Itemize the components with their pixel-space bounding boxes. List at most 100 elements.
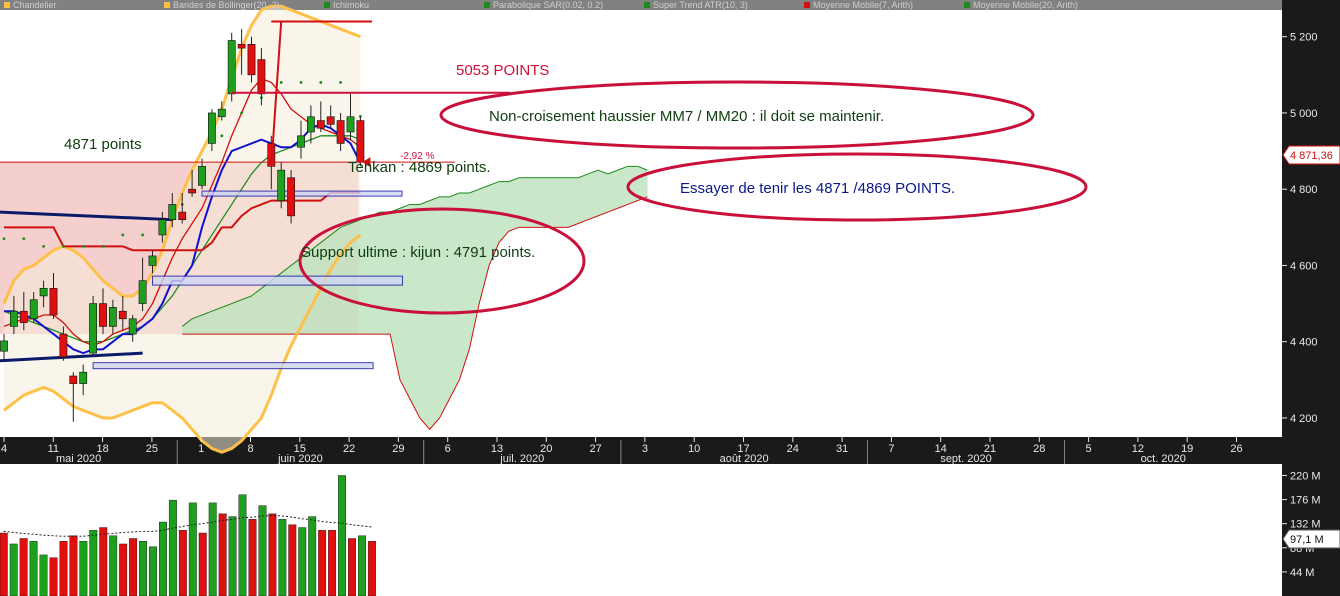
date-tick-label: 29 xyxy=(392,443,404,455)
candle-body xyxy=(79,371,88,384)
annotation-kijun: Support ultime : kijun : 4791 points. xyxy=(301,244,535,261)
candle-body xyxy=(287,177,295,217)
volume-tick-label: 132 M xyxy=(1290,519,1321,531)
candle-body xyxy=(69,375,78,384)
candle-body xyxy=(188,188,196,194)
sar-dot xyxy=(121,233,125,237)
date-tick-label: 27 xyxy=(589,443,601,455)
volume-tick-label: 44 M xyxy=(1290,567,1314,579)
chart-canvas: 5 2005 0004 8004 6004 4004 200220 M176 M… xyxy=(0,0,1340,596)
date-tick-label: 26 xyxy=(1230,443,1242,455)
candle-body xyxy=(277,169,286,201)
legend-label: Moyenne Mobile(7, Arith) xyxy=(813,0,913,10)
last-volume-badge: 97,1 M xyxy=(1282,529,1340,549)
month-label: juin 2020 xyxy=(277,453,323,465)
volume-bar xyxy=(308,516,317,596)
date-tick-label: 8 xyxy=(247,443,253,455)
volume-bar xyxy=(348,538,356,596)
volume-bar xyxy=(129,538,138,596)
sar-dot xyxy=(81,244,85,248)
volume-bar xyxy=(198,532,207,596)
candle-body xyxy=(118,310,127,320)
volume-tick-label: 176 M xyxy=(1290,495,1321,507)
volume-bar xyxy=(59,541,68,596)
volume-bar xyxy=(119,543,128,596)
candle-body xyxy=(198,166,206,186)
candle-body xyxy=(316,120,325,129)
legend-swatch xyxy=(4,2,10,8)
price-tick-label: 4 400 xyxy=(1290,337,1318,349)
candle-body xyxy=(0,340,8,352)
volume-bar xyxy=(208,502,217,596)
date-tick-label: 25 xyxy=(146,443,158,455)
support-box-middle xyxy=(152,275,403,286)
volume-bar xyxy=(258,505,267,596)
sar-dot xyxy=(299,81,303,84)
volume-bar xyxy=(79,541,88,596)
candle-body xyxy=(178,211,187,220)
sar-dot xyxy=(42,244,45,248)
annotation-hold-note: Essayer de tenir les 4871 /4869 POINTS. xyxy=(680,180,955,197)
candle-body xyxy=(29,299,38,320)
candle-body xyxy=(109,307,117,327)
candle-body xyxy=(227,40,236,95)
volume-bar xyxy=(39,554,48,596)
legend-label: Ichimoku xyxy=(333,0,369,10)
volume-bar xyxy=(109,535,118,596)
annotation-5053-points: 5053 POINTS xyxy=(456,62,549,79)
price-tick-label: 5 200 xyxy=(1290,32,1318,44)
candle-body xyxy=(138,280,147,304)
legend-swatch xyxy=(964,2,970,8)
candle-body xyxy=(208,112,216,144)
volume-tick-label: 220 M xyxy=(1290,470,1321,482)
sar-dot xyxy=(339,81,342,84)
annotation-4871-points: 4871 points xyxy=(64,136,142,153)
volume-bar xyxy=(338,475,346,596)
chart-root: 5 200 5 000 4 800 4 600 4 400 4 200 220 M 176 M… xyxy=(0,0,1340,596)
candle-body xyxy=(99,303,107,327)
month-label: mai 2020 xyxy=(56,453,101,465)
candle-body xyxy=(356,120,365,163)
volume-bar xyxy=(9,543,18,596)
candle-body xyxy=(217,108,226,118)
legend-swatch xyxy=(164,2,170,8)
price-tick-label: 5 000 xyxy=(1290,108,1318,120)
last-volume-value: 97,1 M xyxy=(1290,534,1324,546)
legend-swatch xyxy=(644,2,650,8)
volume-bar xyxy=(178,530,187,596)
month-label: août 2020 xyxy=(720,453,769,465)
date-tick-label: 24 xyxy=(787,443,799,455)
price-tick-label: 4 600 xyxy=(1290,260,1318,272)
date-tick-label: 7 xyxy=(888,443,894,455)
candle-body xyxy=(168,204,177,220)
legend-label: Chandelier xyxy=(13,0,57,10)
candle-body xyxy=(89,303,97,354)
candle-body xyxy=(19,310,28,323)
volume-bar xyxy=(188,502,197,596)
date-tick-label: 31 xyxy=(836,443,848,455)
support-box-lower xyxy=(92,362,374,370)
volume-bar xyxy=(158,521,167,596)
volume-bar xyxy=(238,494,247,596)
date-tick-label: 4 xyxy=(1,443,7,455)
date-tick-label: 1 xyxy=(198,443,204,455)
month-label: oct. 2020 xyxy=(1141,453,1186,465)
volume-bar xyxy=(367,541,376,596)
legend-label: Super Trend ATR(10, 3) xyxy=(653,0,748,10)
sar-dot xyxy=(2,237,6,241)
candle-body xyxy=(247,44,256,76)
volume-bar xyxy=(19,538,28,596)
last-price-badge: 4 871,36 xyxy=(1282,145,1340,165)
annotation-pct-change: -2,92 % xyxy=(400,151,435,162)
candle-body xyxy=(39,288,48,297)
volume-bar xyxy=(49,557,58,596)
candle-body xyxy=(326,116,335,125)
volume-bar xyxy=(149,546,157,596)
volume-bar xyxy=(29,541,38,596)
candle-body xyxy=(128,318,137,335)
annotation-mm-note: Non-croisement haussier MM7 / MM20 : il … xyxy=(489,108,884,125)
volume-bar xyxy=(0,532,8,596)
date-tick-label: 3 xyxy=(642,443,648,455)
sar-dot xyxy=(279,81,283,84)
legend-swatch xyxy=(324,2,330,8)
